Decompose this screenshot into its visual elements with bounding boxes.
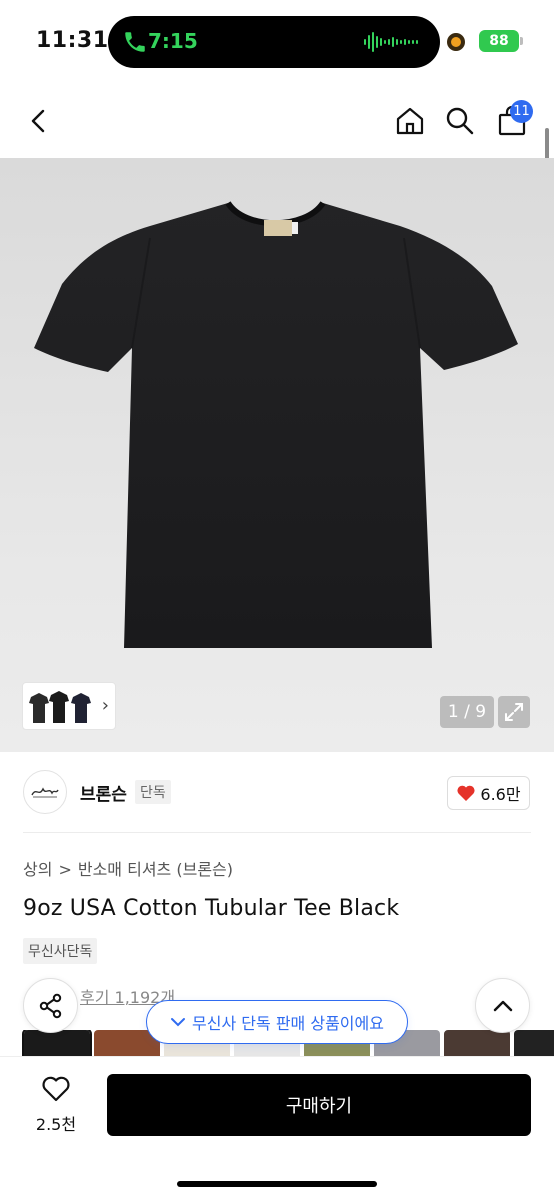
breadcrumb-item-category[interactable]: 상의 [23, 856, 52, 880]
brand-name[interactable]: 브론슨 [80, 780, 127, 805]
product-title: 9oz USA Cotton Tubular Tee Black [23, 896, 400, 921]
divider [23, 832, 531, 833]
thumbnail-strip[interactable]: › [22, 682, 116, 730]
exclusive-badge: 무신사단독 [23, 938, 98, 964]
toast-label: 무신사 단독 판매 상품이에요 [192, 1014, 384, 1033]
heart-filled-icon [457, 785, 475, 801]
share-button[interactable] [23, 978, 78, 1033]
brand-like-button[interactable]: 6.6만 [447, 776, 530, 810]
heart-outline-icon [42, 1076, 70, 1102]
chevron-down-icon [171, 1018, 186, 1027]
cart-count-badge: 11 [510, 100, 533, 123]
chevron-right-icon: › [101, 695, 109, 716]
bottom-action-bar: 2.5천 구매하기 [0, 1056, 554, 1200]
chevron-up-icon [493, 1000, 512, 1011]
recording-indicator-icon [447, 33, 465, 51]
call-duration: 7:15 [148, 29, 198, 53]
battery-indicator: 88 [479, 30, 523, 52]
brand-logo-image [31, 787, 59, 798]
waveform-icon [364, 32, 418, 52]
search-button[interactable] [441, 102, 479, 140]
brand-row: 브론슨 단독 6.6만 [0, 752, 554, 832]
dynamic-island[interactable]: 7:15 [108, 16, 440, 68]
expand-button[interactable] [498, 696, 530, 728]
product-image [34, 201, 518, 648]
thumbnail-image [29, 691, 91, 723]
status-time: 11:31 [36, 28, 109, 53]
breadcrumb-separator: > [58, 860, 72, 879]
share-icon [39, 993, 61, 1018]
wishlist-count: 2.5천 [35, 1115, 77, 1134]
back-button[interactable] [20, 102, 58, 140]
breadcrumb-item-subcategory[interactable]: 반소매 티셔츠 (브론슨) [78, 856, 233, 880]
buy-button[interactable]: 구매하기 [107, 1074, 531, 1136]
exclusive-toast[interactable]: 무신사 단독 판매 상품이에요 [146, 1000, 408, 1044]
breadcrumb: 상의 > 반소매 티셔츠 (브론슨) [23, 856, 233, 880]
expand-icon [505, 703, 523, 721]
home-indicator[interactable] [177, 1181, 377, 1187]
search-icon [446, 107, 474, 135]
status-bar: 11:31 7:15 88 [0, 0, 554, 84]
wishlist-button[interactable]: 2.5천 [28, 1075, 84, 1145]
phone-icon [125, 32, 145, 52]
brand-logo[interactable] [23, 770, 67, 814]
home-icon [396, 107, 424, 135]
home-button[interactable] [391, 102, 429, 140]
scroll-top-button[interactable] [475, 978, 530, 1033]
image-counter: 1 / 9 [440, 696, 494, 728]
brand-exclusive-tag: 단독 [135, 780, 171, 804]
brand-like-count: 6.6만 [480, 785, 521, 804]
top-nav [0, 84, 554, 158]
chevron-left-icon [31, 109, 45, 133]
product-image-gallery[interactable]: › 1 / 9 [0, 158, 554, 752]
